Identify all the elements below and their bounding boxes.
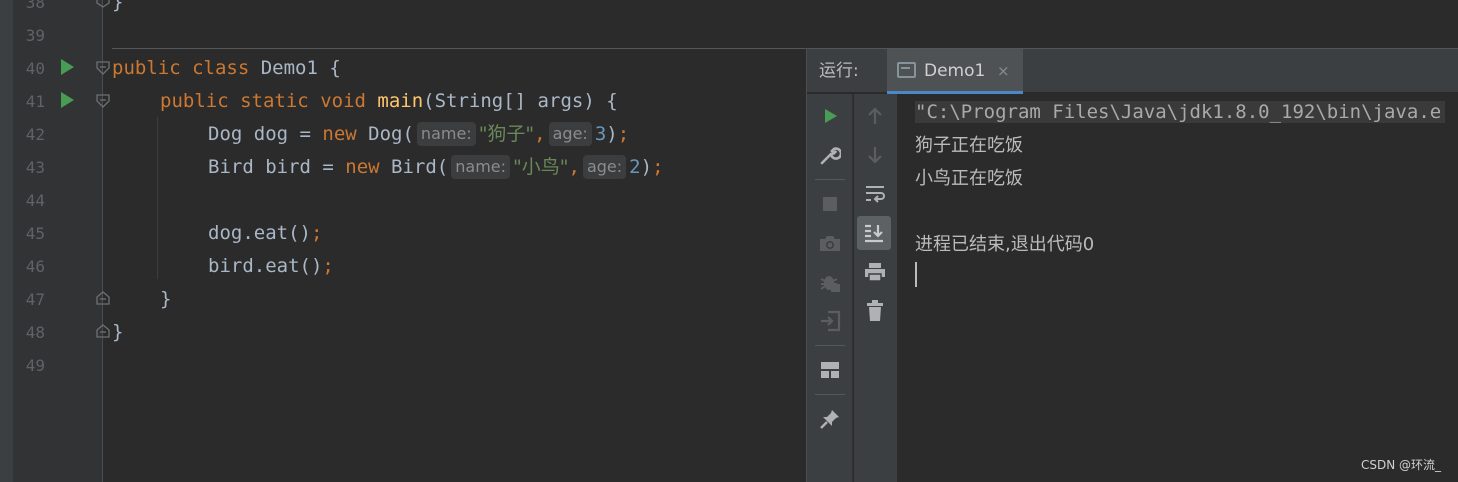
comma: ,: [534, 123, 546, 145]
code-line-46[interactable]: bird.eat();: [208, 250, 334, 283]
code-line-40[interactable]: public class Demo1 {: [112, 52, 341, 85]
semicolon: ;: [617, 123, 630, 145]
arrow-down-icon[interactable]: [861, 141, 889, 169]
text-cursor: [915, 262, 917, 287]
line-number: 41: [25, 92, 45, 111]
keyword: new: [345, 156, 380, 178]
code-text: Dog(: [356, 123, 414, 145]
wrench-icon[interactable]: [816, 141, 844, 169]
code-text: Dog dog =: [208, 123, 323, 145]
string-literal: "小鸟": [513, 156, 569, 178]
arrow-up-icon[interactable]: [861, 102, 889, 130]
keyword: new: [322, 123, 357, 145]
line-number: 48: [25, 323, 45, 342]
toolbar-separator: [815, 179, 845, 180]
code-line-42[interactable]: Dog dog = new Dog(name: "狗子", age: 3);: [208, 118, 629, 151]
line-number: 46: [25, 257, 45, 276]
bug-icon[interactable]: [816, 268, 844, 296]
close-icon[interactable]: ×: [997, 49, 1010, 94]
run-class-icon[interactable]: [61, 59, 74, 75]
fold-end-icon[interactable]: [96, 324, 110, 338]
scroll-to-end-icon[interactable]: [857, 216, 891, 250]
run-icon[interactable]: [816, 102, 844, 130]
stop-icon[interactable]: [816, 190, 844, 218]
tab-demo1[interactable]: Demo1 ×: [887, 49, 1023, 94]
pin-icon[interactable]: [816, 405, 844, 433]
run-tool-window: 运行: Demo1 × "C:\Program Files\Java\jdk1.…: [806, 48, 1458, 482]
code-line-47[interactable]: }: [160, 283, 171, 316]
parameter-hint: name:: [451, 155, 511, 179]
camera-icon[interactable]: [816, 229, 844, 257]
code-text: Demo1 {: [249, 57, 341, 79]
line-number: 45: [25, 224, 45, 243]
code-text: ): [606, 123, 618, 145]
parameter-hint: age:: [582, 155, 627, 179]
keyword: public: [112, 57, 181, 79]
soft-wrap-icon[interactable]: [861, 180, 889, 208]
tool-window-strip: [0, 0, 13, 482]
line-number: 49: [25, 356, 45, 375]
console-icon: [897, 62, 916, 78]
run-toolbar-left: [807, 94, 853, 482]
toolbar-separator: [815, 345, 845, 346]
console-line: 小鸟正在吃饭: [915, 168, 1023, 189]
line-number: 38: [25, 0, 45, 12]
console-output[interactable]: "C:\Program Files\Java\jdk1.8.0_192\bin\…: [897, 94, 1458, 482]
line-number: 44: [25, 191, 45, 210]
code-line-48[interactable]: }: [112, 316, 123, 349]
run-header: 运行: Demo1 ×: [807, 48, 1458, 94]
keyword: public: [160, 90, 229, 112]
code-line-45[interactable]: dog.eat();: [208, 217, 322, 250]
number-literal: 2: [629, 156, 641, 178]
brace: }: [112, 0, 124, 13]
trash-icon[interactable]: [861, 297, 889, 325]
tab-label: Demo1: [924, 61, 986, 81]
string-literal: "狗子": [478, 123, 535, 145]
code-text: Bird bird =: [208, 156, 346, 178]
keyword: class: [192, 57, 250, 79]
parameter-hint: age:: [548, 122, 592, 146]
code-text: dog.eat(): [208, 222, 311, 244]
comma: ,: [568, 156, 580, 178]
run-main-icon[interactable]: [61, 92, 74, 108]
console-exit-line: 进程已结束,退出代码0: [915, 234, 1095, 255]
code-text: ): [640, 156, 653, 178]
indent-guide: [157, 117, 158, 279]
watermark: CSDN @环流_: [1361, 458, 1442, 472]
fold-end-icon[interactable]: [96, 291, 110, 305]
console-command: "C:\Program Files\Java\jdk1.8.0_192\bin\…: [915, 101, 1446, 123]
semicolon: ;: [652, 156, 664, 178]
code-text: bird.eat(): [208, 255, 323, 277]
brace: }: [112, 321, 124, 343]
code-line-38[interactable]: }: [112, 0, 123, 19]
run-toolbar-right: [854, 94, 897, 482]
line-number: 43: [25, 158, 45, 177]
code-line-41[interactable]: public static void main(String[] args) {: [160, 85, 618, 118]
semicolon: ;: [310, 222, 323, 244]
layout-icon[interactable]: [816, 356, 844, 384]
fold-start-icon[interactable]: [96, 94, 110, 108]
console-command-line: "C:\Program Files\Java\jdk1.8.0_192\bin\…: [915, 96, 1446, 129]
line-number: 40: [25, 59, 45, 78]
parameter-hint: name:: [416, 122, 476, 146]
code-line-43[interactable]: Bird bird = new Bird(name: "小鸟", age: 2);: [208, 151, 664, 184]
fold-start-icon[interactable]: [96, 61, 110, 75]
code-text: (String[] args) {: [423, 90, 618, 112]
fold-end-icon[interactable]: [96, 0, 110, 8]
semicolon: ;: [322, 255, 334, 277]
brace: }: [160, 288, 172, 310]
line-number: 39: [25, 26, 45, 45]
number-literal: 3: [594, 123, 607, 145]
print-icon[interactable]: [861, 258, 889, 286]
method-name: main: [377, 90, 424, 112]
line-number: 47: [25, 290, 45, 309]
keyword: static: [240, 90, 309, 112]
login-icon[interactable]: [816, 307, 844, 335]
code-text: Bird(: [379, 156, 449, 178]
keyword: void: [320, 90, 366, 112]
toolbar-separator: [815, 394, 845, 395]
line-number: 42: [25, 125, 45, 144]
run-title: 运行:: [819, 61, 859, 81]
console-line: 狗子正在吃饭: [915, 135, 1023, 156]
